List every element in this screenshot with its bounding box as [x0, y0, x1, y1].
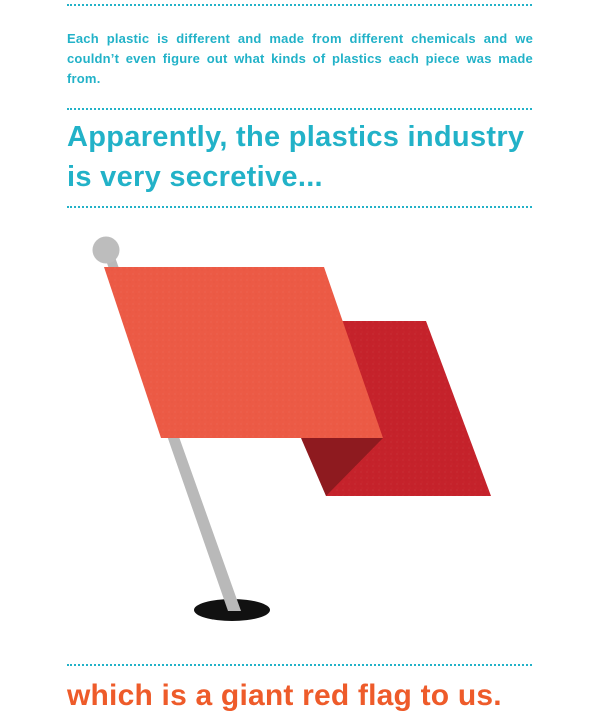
flag-pole-top: [92, 236, 120, 264]
section-heading: Apparently, the plastics industry is ver…: [67, 117, 547, 197]
heading-line-2: is very secretive...: [67, 161, 323, 193]
top-divider: [67, 4, 532, 6]
divider-above-conclusion: [67, 664, 532, 666]
divider-below-heading: [67, 206, 532, 208]
red-flag-icon: [60, 225, 520, 635]
intro-paragraph: Each plastic is different and made from …: [67, 31, 533, 86]
divider-above-heading: [67, 108, 532, 110]
heading-line-1: Apparently, the plastics industry: [67, 121, 525, 153]
conclusion-text: which is a giant red flag to us.: [67, 679, 502, 712]
